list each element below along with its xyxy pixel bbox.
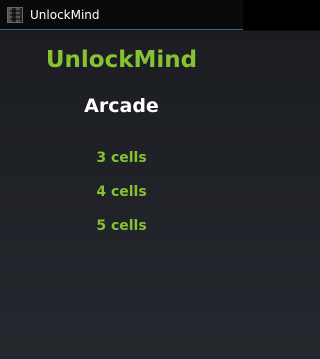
- app-heading: UnlockMind: [45, 47, 198, 73]
- option-4-cells-button[interactable]: 4 cells: [60, 181, 183, 203]
- title-bar: UnlockMind: [0, 0, 243, 30]
- window-title: UnlockMind: [30, 8, 100, 22]
- option-3-cells-button[interactable]: 3 cells: [60, 147, 183, 169]
- option-5-cells-button[interactable]: 5 cells: [60, 215, 183, 237]
- mode-heading: Arcade: [84, 95, 159, 117]
- app-icon: [7, 7, 23, 23]
